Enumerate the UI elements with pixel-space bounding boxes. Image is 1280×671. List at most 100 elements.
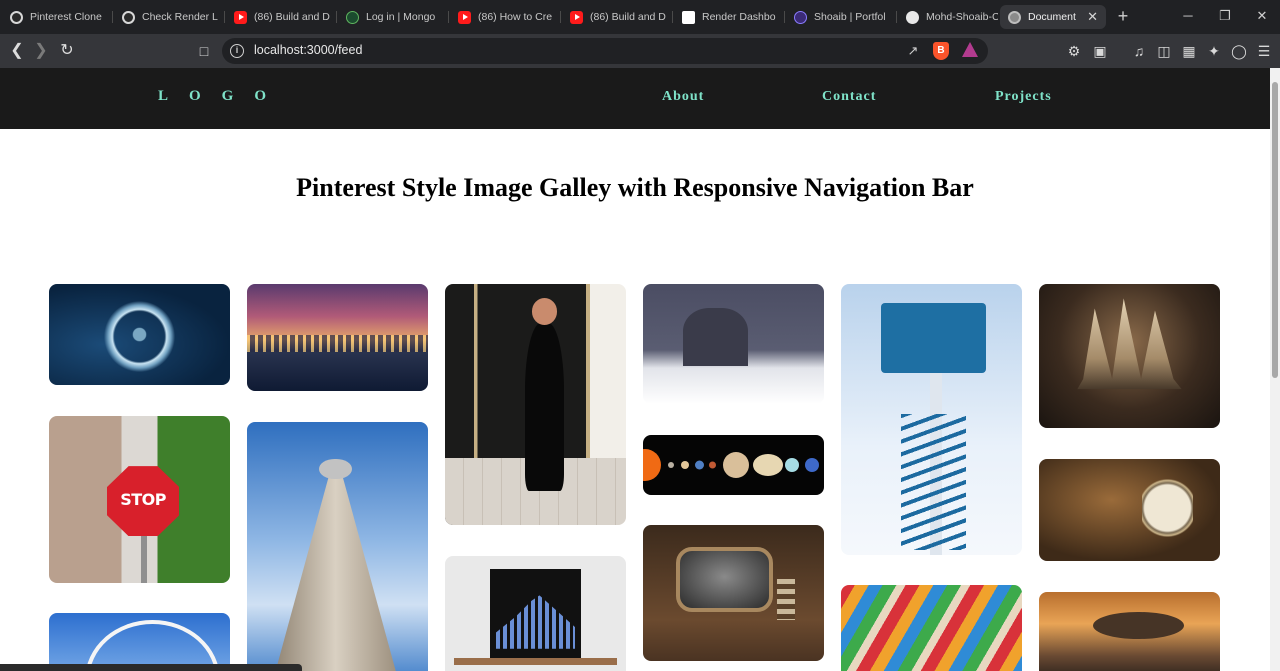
tab-title: Log in | Mongo: [366, 11, 436, 23]
chart-board-image: [445, 556, 626, 671]
planet: [785, 458, 799, 472]
tab-title: Shoaib | Portfol: [814, 11, 886, 23]
planet: [681, 461, 689, 469]
brave-rewards-icon[interactable]: [962, 42, 978, 57]
tab-title: Render Dashbo: [702, 11, 776, 23]
close-tab-icon[interactable]: ✕: [1087, 9, 1098, 25]
bookmark-icon[interactable]: □: [193, 40, 215, 62]
planet: [709, 461, 716, 469]
portrait-head: [531, 298, 558, 325]
portfolio-icon: [794, 10, 807, 24]
scrollbar-thumb[interactable]: [1272, 82, 1278, 378]
extensions-icon[interactable]: ⚙: [1065, 41, 1083, 61]
tab-pinterest-clone[interactable]: Pinterest Clone: [2, 5, 110, 29]
sidebar-icon[interactable]: ◫: [1155, 41, 1173, 61]
tab-separator: [112, 11, 113, 23]
nav-link-about[interactable]: About: [662, 89, 704, 105]
nav-link-contact[interactable]: Contact: [822, 89, 876, 105]
tab-youtube-build-2[interactable]: (86) Build and D: [562, 5, 670, 29]
tab-separator: [672, 11, 673, 23]
tab-github[interactable]: Mohd-Shoaib-C: [898, 5, 998, 29]
back-icon[interactable]: ❮: [6, 40, 28, 62]
tab-render-dashboard[interactable]: Render Dashbo: [674, 5, 782, 29]
lookout-cabin: [880, 302, 986, 374]
new-tab-button[interactable]: +: [1113, 6, 1133, 26]
tab-separator: [560, 11, 561, 23]
page-title: Pinterest Style Image Galley with Respon…: [296, 173, 974, 202]
youtube-icon: [458, 10, 471, 24]
retro-tv-image: [643, 525, 824, 661]
openai-icon: [122, 10, 135, 24]
planet: [668, 462, 674, 468]
leo-ai-icon[interactable]: ✦: [1205, 41, 1223, 61]
site-navbar: LOGO About Contact Projects: [0, 68, 1270, 129]
tab-separator: [224, 11, 225, 23]
site-info-icon[interactable]: i: [230, 44, 244, 58]
youtube-icon: [234, 10, 247, 24]
tab-youtube-build-1[interactable]: (86) Build and D: [226, 5, 334, 29]
address-url[interactable]: localhost:3000/feed: [254, 43, 362, 57]
nav-link-projects[interactable]: Projects: [995, 89, 1052, 105]
tab-title: Check Render L: [142, 11, 218, 23]
wallet-icon[interactable]: ▦: [1180, 41, 1198, 61]
forward-icon[interactable]: ❯: [30, 40, 52, 62]
tab-title: Document: [1028, 11, 1076, 23]
media-icon[interactable]: ♫: [1130, 41, 1148, 61]
tab-title: Mohd-Shoaib-C: [926, 11, 998, 23]
page-viewport: LOGO About Contact Projects Pinterest St…: [0, 68, 1270, 671]
prague-night-image: [247, 284, 428, 391]
tab-separator: [896, 11, 897, 23]
chart-bars: [495, 595, 576, 649]
tower-spire: [272, 474, 400, 671]
planet-ringed: [753, 454, 783, 476]
tab-youtube-how-to[interactable]: (86) How to Cre: [450, 5, 558, 29]
openai-icon: [10, 10, 23, 24]
tab-document-active[interactable]: Document ✕: [1000, 5, 1106, 29]
sailing-ship-image: [1039, 284, 1220, 428]
desk: [454, 657, 617, 666]
tab-separator: [336, 11, 337, 23]
render-icon: [682, 10, 695, 24]
menu-icon[interactable]: ☰: [1255, 41, 1273, 61]
address-bar[interactable]: i localhost:3000/feed ↗ B: [222, 38, 988, 64]
share-icon[interactable]: ↗: [904, 42, 922, 60]
tab-check-render[interactable]: Check Render L: [114, 5, 222, 29]
close-window-icon[interactable]: ✕: [1252, 6, 1272, 26]
reload-icon[interactable]: ↻: [56, 40, 78, 62]
globe-icon: [1008, 10, 1021, 24]
woman-portrait-image: [445, 284, 626, 525]
blue-tower-image: [841, 284, 1022, 555]
github-icon: [906, 10, 919, 24]
browser-toolbar: ❮ ❯ ↻ □ i localhost:3000/feed ↗ B ⚙ ▣ ♫ …: [0, 34, 1280, 68]
tab-title: (86) Build and D: [590, 11, 666, 23]
tab-separator: [784, 11, 785, 23]
clock-face: [1142, 475, 1193, 541]
stop-sign-text: STOP: [120, 489, 166, 509]
vpn-icon[interactable]: ◯: [1230, 41, 1248, 61]
brave-shields-icon[interactable]: B: [933, 42, 949, 60]
tv-knobs: [776, 579, 796, 621]
black-dress: [524, 322, 565, 492]
minimize-icon[interactable]: ─: [1178, 6, 1198, 26]
solar-system-image: [643, 435, 824, 495]
pocket-clock-image: [1039, 459, 1220, 561]
stop-sign: STOP: [106, 466, 180, 537]
ferris-wheel-image: [49, 613, 230, 671]
screenshot-icon[interactable]: ▣: [1091, 41, 1109, 61]
tower-pod: [319, 458, 352, 480]
tv-screen: [675, 546, 774, 613]
sign-pole: [141, 536, 147, 583]
tab-shoaib-portfolio[interactable]: Shoaib | Portfol: [786, 5, 894, 29]
tab-mongodb-login[interactable]: Log in | Mongo: [338, 5, 446, 29]
tab-separator: [448, 11, 449, 23]
cn-tower-image: [247, 422, 428, 671]
site-logo[interactable]: LOGO: [158, 88, 287, 105]
colored-pencils-image: [841, 585, 1022, 671]
maximize-icon[interactable]: ❐: [1215, 6, 1235, 26]
sun: [643, 449, 661, 481]
stop-sign-image: STOP: [49, 416, 230, 583]
planet: [695, 460, 704, 470]
page-scrollbar[interactable]: [1270, 68, 1280, 671]
status-bubble: [0, 664, 302, 671]
planet: [805, 458, 819, 472]
